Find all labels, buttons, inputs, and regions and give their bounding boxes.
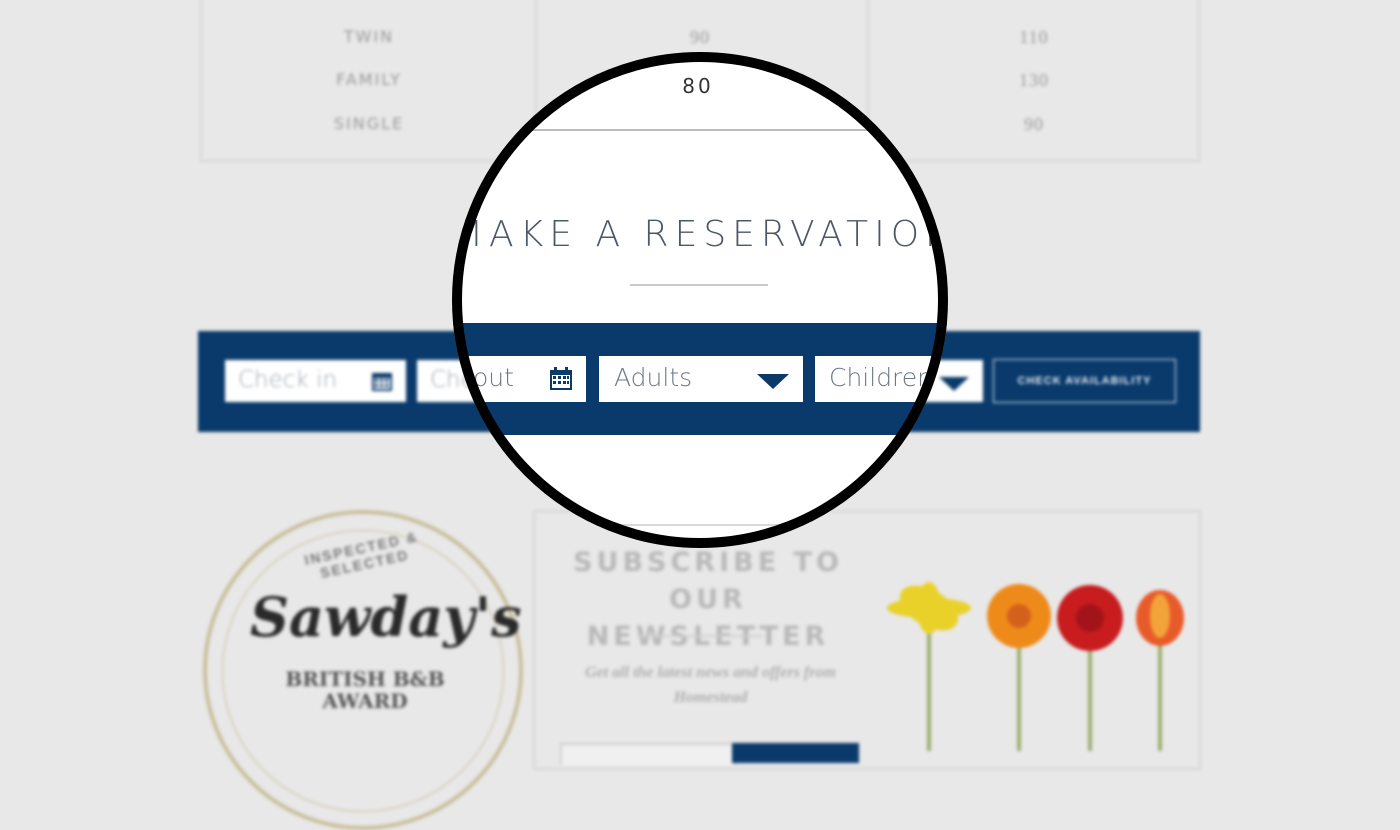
children-select[interactable]: Children	[815, 356, 948, 402]
newsletter-title: SUBSCRIBE TO OUR NEWSLETTER	[573, 547, 843, 652]
room-type: SINGLE	[333, 114, 405, 133]
newsletter-text: Get all the latest news and offers from …	[585, 664, 836, 706]
price-cell: 90	[690, 27, 710, 47]
children-label: Children	[829, 363, 934, 392]
newsletter-box-top-edge	[452, 524, 948, 526]
highlighted-price: 80	[682, 74, 714, 98]
reservation-divider	[630, 284, 768, 286]
check-in-placeholder: Check in	[238, 367, 338, 393]
award-line-2: AWARD	[322, 689, 408, 713]
check-in-field[interactable]: Check in	[225, 360, 406, 402]
room-type: FAMILY	[336, 70, 402, 89]
room-type: TWIN	[343, 27, 395, 46]
table-row: TWIN 90 110	[202, 27, 1202, 51]
check-out-field-zoomed[interactable]: out	[452, 356, 586, 402]
reservation-title: MAKE A RESERVATION	[452, 214, 948, 255]
adults-label: Adults	[614, 363, 693, 392]
newsletter-email-input[interactable]	[560, 743, 736, 765]
dropdown-arrow-icon	[757, 374, 789, 389]
calendar-icon[interactable]	[371, 370, 393, 392]
adults-select[interactable]: Adults	[599, 356, 803, 402]
check-out-placeholder: out	[473, 363, 514, 392]
dropdown-arrow-icon	[941, 374, 948, 389]
award-name: Sawday's	[250, 585, 522, 649]
price-cell: 110	[1019, 27, 1049, 47]
award-subtitle: BRITISH B&B AWARD	[260, 668, 470, 712]
award-line-1: BRITISH B&B	[285, 667, 445, 691]
price-cell: 90	[1024, 114, 1044, 134]
calendar-icon[interactable]	[548, 366, 574, 392]
magnifier-lens: 80 MAKE A RESERVATION out Adults Childre…	[452, 52, 948, 548]
flowers-image	[887, 582, 1184, 751]
newsletter-divider	[637, 635, 763, 637]
table-bottom-border	[452, 129, 948, 131]
price-cell: 130	[1019, 70, 1049, 90]
check-availability-button[interactable]: CHECK AVAILABILITY	[993, 359, 1176, 403]
newsletter-subscribe-button[interactable]	[732, 743, 859, 763]
